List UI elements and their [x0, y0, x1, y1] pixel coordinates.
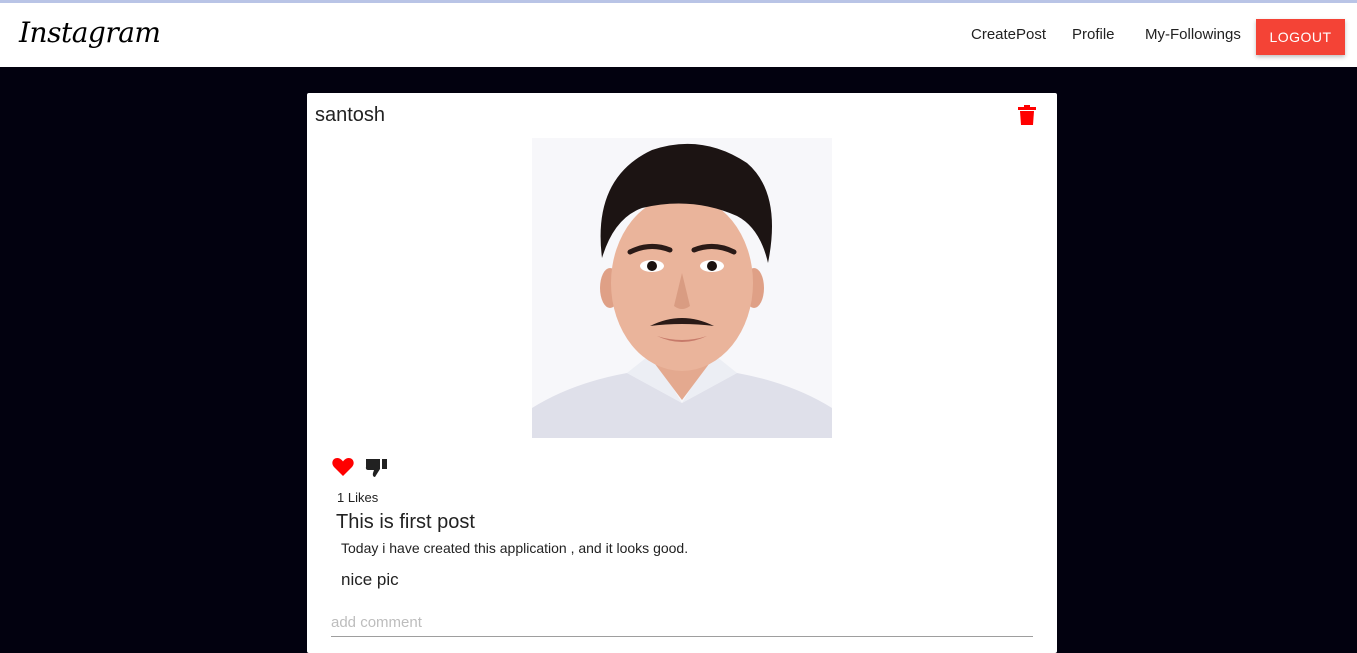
post-image	[532, 138, 832, 438]
nav-create-post[interactable]: CreatePost	[971, 26, 1046, 43]
post-card: santosh 1 Likes This is first post Today…	[307, 93, 1057, 653]
post-author[interactable]: santosh	[315, 104, 385, 127]
comment-input[interactable]	[331, 608, 1033, 637]
brand-logo[interactable]: Instagram	[19, 16, 161, 49]
logout-button[interactable]: LOGOUT	[1256, 19, 1345, 55]
nav-profile[interactable]: Profile	[1072, 26, 1115, 43]
nav-my-followings[interactable]: My-Followings	[1145, 26, 1241, 43]
heart-icon[interactable]	[332, 457, 354, 477]
comment-item: nice pic	[341, 570, 399, 589]
thumbs-down-icon[interactable]	[365, 456, 389, 478]
post-body: Today i have created this application , …	[341, 540, 689, 556]
post-title: This is first post	[336, 511, 475, 533]
likes-count: 1 Likes	[337, 490, 379, 505]
delete-icon[interactable]	[1018, 105, 1036, 125]
navbar: Instagram CreatePost Profile My-Followin…	[0, 3, 1357, 67]
